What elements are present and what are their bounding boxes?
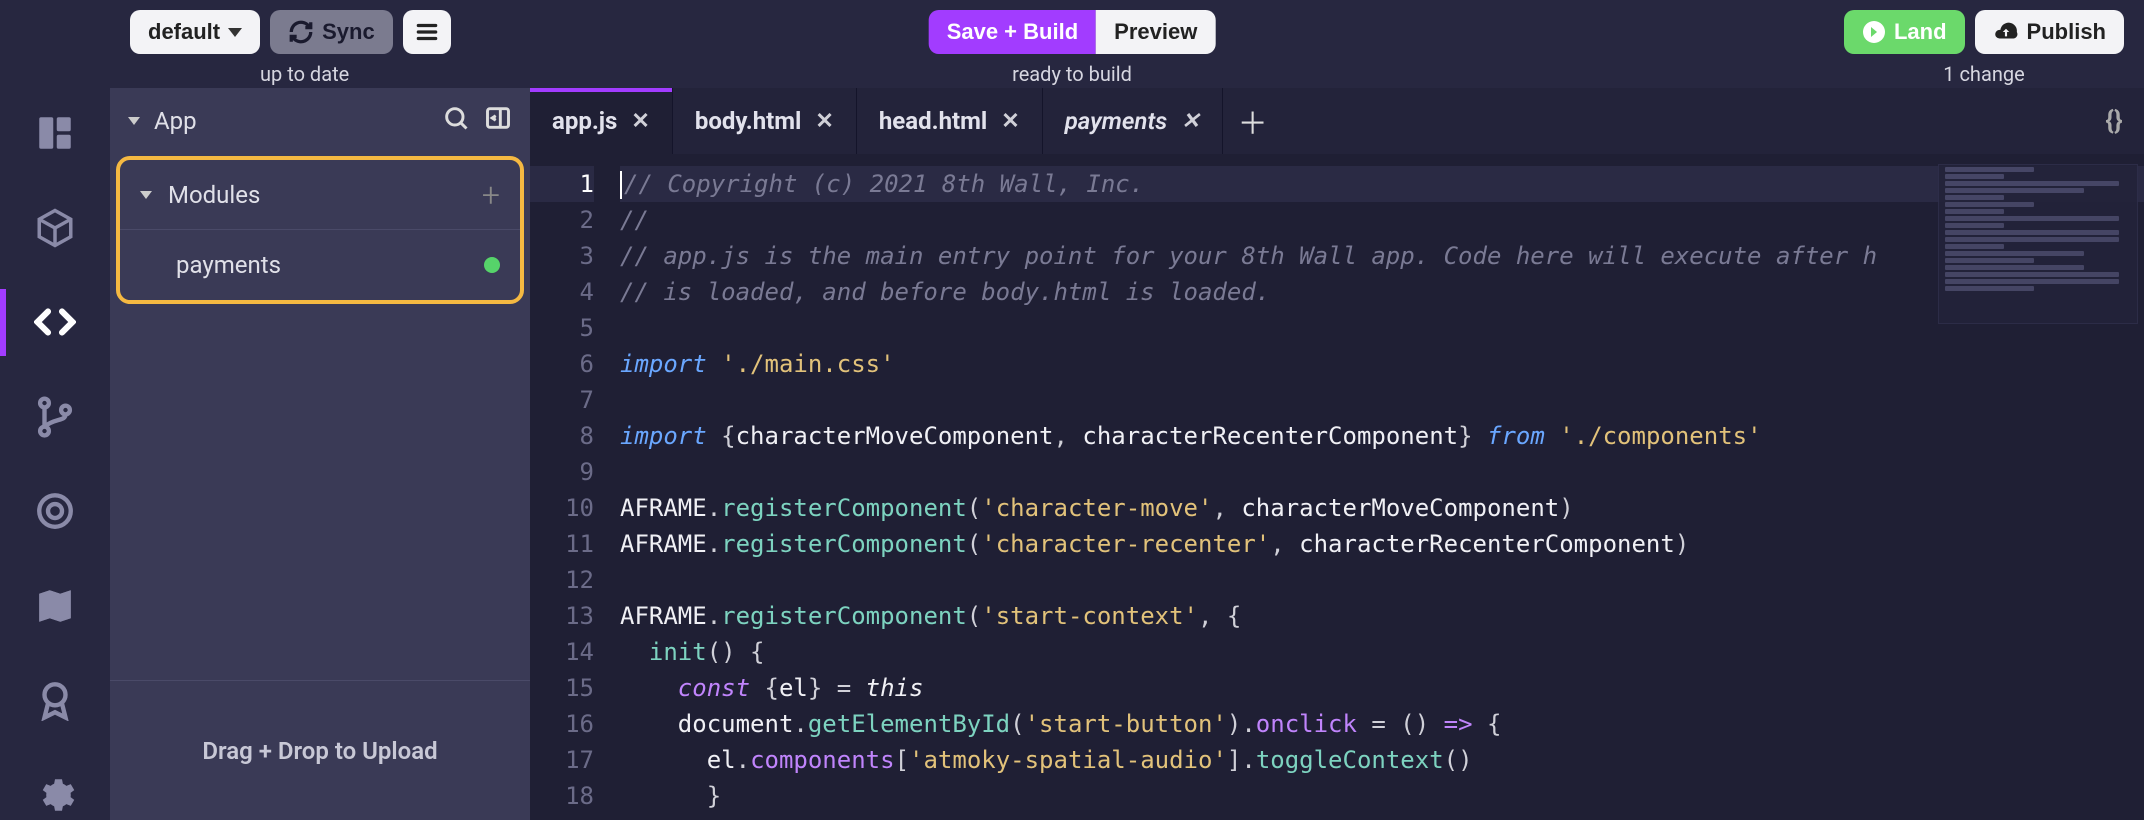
section-label: Modules	[168, 181, 260, 209]
land-button[interactable]: Land	[1844, 10, 1965, 54]
sync-button[interactable]: Sync	[270, 10, 393, 54]
tab-label: head.html	[879, 107, 987, 135]
modules-section: Modules + payments	[116, 156, 524, 304]
rail-map[interactable]	[26, 581, 84, 632]
menu-button[interactable]	[403, 10, 451, 54]
save-build-button[interactable]: Save + Build	[929, 10, 1096, 54]
editor: app.js ✕ body.html ✕ head.html ✕ payments ✕ ＋ {…	[530, 88, 2144, 820]
code-area[interactable]: 123456789101112131415161718 // Copyright…	[530, 154, 2144, 820]
modules-header[interactable]: Modules +	[120, 160, 520, 230]
arrow-right-circle-icon	[1862, 20, 1886, 44]
rail-cube[interactable]	[26, 203, 84, 254]
modified-indicator-icon	[484, 257, 500, 273]
tab-label: body.html	[695, 107, 802, 135]
sync-icon	[288, 19, 314, 45]
module-item-payments[interactable]: payments	[120, 230, 520, 300]
search-icon[interactable]	[442, 104, 470, 138]
tab-body-html[interactable]: body.html ✕	[673, 88, 857, 154]
rail-target[interactable]	[26, 486, 84, 537]
changes-status: 1 change	[1943, 62, 2024, 86]
chevron-down-icon	[228, 28, 242, 37]
file-panel: App Modules + payments Drag + D	[110, 88, 530, 820]
tab-label: app.js	[552, 107, 617, 135]
module-label: payments	[176, 251, 281, 279]
close-icon[interactable]: ✕	[631, 109, 649, 134]
publish-button[interactable]: Publish	[1975, 10, 2124, 54]
rail-layout[interactable]	[26, 108, 84, 159]
rail-branch[interactable]	[26, 392, 84, 443]
tab-label: payments	[1065, 107, 1168, 135]
panel-collapse-icon[interactable]	[484, 104, 512, 138]
close-icon[interactable]: ✕	[815, 109, 833, 134]
branch-selector[interactable]: default	[130, 10, 260, 54]
braces-icon[interactable]: {}	[2084, 88, 2144, 154]
minimap[interactable]	[1938, 164, 2138, 324]
drop-zone[interactable]: Drag + Drop to Upload	[110, 680, 530, 820]
topbar: default Sync up to date Save + Build Pre…	[0, 0, 2144, 88]
rail-code[interactable]	[26, 297, 84, 348]
cloud-upload-icon	[1993, 19, 2019, 45]
code-content[interactable]: // Copyright (c) 2021 8th Wall, Inc.////…	[610, 154, 2144, 820]
sync-label: Sync	[322, 19, 375, 45]
menu-icon	[414, 19, 440, 45]
editor-tabs: app.js ✕ body.html ✕ head.html ✕ payments ✕ ＋ {…	[530, 88, 2144, 154]
root-label: App	[154, 107, 197, 135]
tab-app-js[interactable]: app.js ✕	[530, 88, 673, 154]
chevron-down-icon	[140, 191, 152, 199]
chevron-down-icon	[128, 117, 140, 125]
tab-head-html[interactable]: head.html ✕	[857, 88, 1043, 154]
branch-label: default	[148, 19, 220, 45]
rail-award[interactable]	[26, 675, 84, 726]
line-gutter: 123456789101112131415161718	[530, 154, 610, 820]
add-module-button[interactable]: +	[482, 176, 500, 214]
rail-settings[interactable]	[26, 770, 84, 820]
sync-status: up to date	[260, 62, 349, 86]
tab-payments[interactable]: payments ✕	[1043, 88, 1223, 154]
new-tab-button[interactable]: ＋	[1223, 88, 1283, 154]
preview-button[interactable]: Preview	[1096, 10, 1215, 54]
side-rail	[0, 88, 110, 820]
close-icon[interactable]: ✕	[1181, 109, 1199, 134]
close-icon[interactable]: ✕	[1001, 109, 1019, 134]
build-status: ready to build	[1012, 62, 1132, 86]
file-panel-header[interactable]: App	[110, 88, 530, 154]
